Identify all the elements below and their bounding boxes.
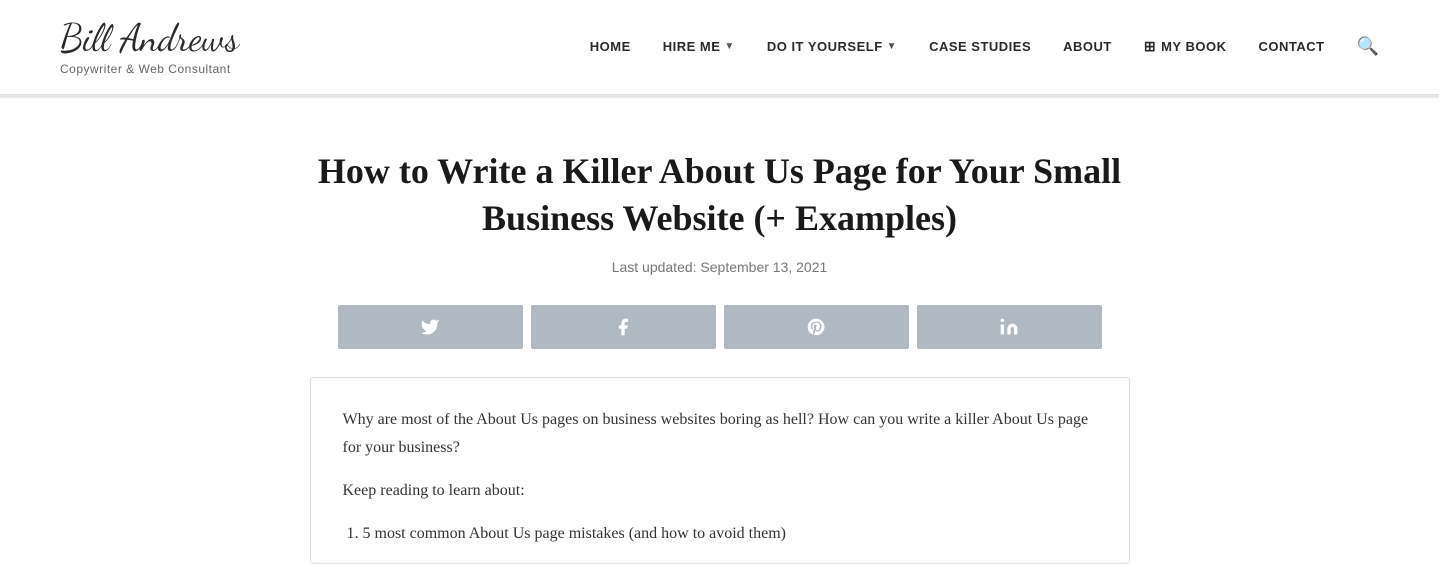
nav-do-it-yourself[interactable]: DO IT YOURSELF ▼ [767,39,897,54]
share-pinterest-button[interactable] [724,305,909,349]
share-buttons [310,305,1130,349]
content-intro: Why are most of the About Us pages on bu… [343,406,1097,460]
twitter-icon [420,317,440,337]
nav-home[interactable]: HOME [590,39,631,54]
logo-tagline: Copywriter & Web Consultant [60,62,239,76]
nav-case-studies[interactable]: CASE STUDIES [929,39,1031,54]
search-icon[interactable]: 🔍 [1357,36,1379,57]
share-facebook-button[interactable] [531,305,716,349]
list-item: 5 most common About Us page mistakes (an… [363,520,1097,547]
nav-about[interactable]: ABOUT [1063,39,1112,54]
article-title: How to Write a Killer About Us Page for … [310,148,1130,242]
linkedin-icon [999,317,1019,337]
nav-contact[interactable]: CONTACT [1258,39,1324,54]
nav-hire-me[interactable]: HIRE ME ▼ [663,39,735,54]
site-header: Bill Andrews Copywriter & Web Consultant… [0,0,1439,95]
content-list: 5 most common About Us page mistakes (an… [363,520,1097,547]
pinterest-icon [806,317,826,337]
logo-area[interactable]: Bill Andrews Copywriter & Web Consultant [60,18,239,76]
main-content: How to Write a Killer About Us Page for … [290,98,1150,564]
article-date: Last updated: September 13, 2021 [310,259,1130,275]
content-keep-reading: Keep reading to learn about: [343,477,1097,504]
facebook-icon [613,317,633,337]
nav-my-book[interactable]: ⊞ MY BOOK [1144,38,1227,55]
chevron-down-icon: ▼ [724,41,734,52]
book-icon: ⊞ [1144,38,1156,55]
chevron-down-icon: ▼ [887,41,897,52]
share-linkedin-button[interactable] [917,305,1102,349]
content-box: Why are most of the About Us pages on bu… [310,377,1130,564]
logo-name[interactable]: Bill Andrews [60,18,239,60]
main-nav: HOME HIRE ME ▼ DO IT YOURSELF ▼ CASE STU… [590,36,1379,57]
share-twitter-button[interactable] [338,305,523,349]
